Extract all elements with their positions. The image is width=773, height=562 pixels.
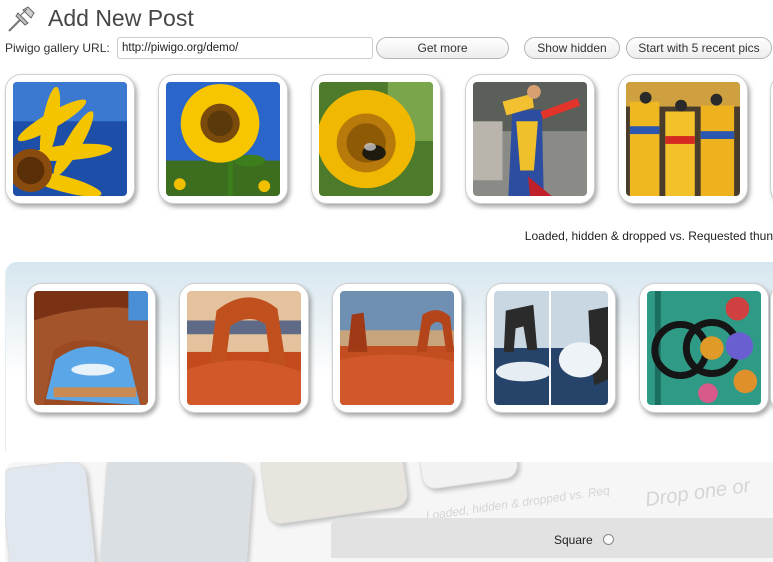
recent-pics-button[interactable]: Start with 5 recent pics <box>626 37 772 59</box>
watermark-status: Loaded, hidden & dropped vs. Req <box>424 483 611 523</box>
gallery-url-row: Piwigo gallery URL: Get more Show hidden… <box>5 37 773 61</box>
square-radio[interactable] <box>603 534 614 545</box>
thumbnail-strip-1 <box>0 70 773 215</box>
thumbnail-strip-2 <box>0 280 773 425</box>
show-hidden-button[interactable]: Show hidden <box>524 37 620 59</box>
gallery-url-input[interactable] <box>117 37 373 59</box>
delicate-arch-thumb[interactable] <box>179 283 309 413</box>
get-more-button[interactable]: Get more <box>376 37 509 59</box>
sunflower-bee-thumb[interactable] <box>311 74 441 204</box>
status-text: Loaded, hidden & dropped vs. Requested t… <box>524 229 773 243</box>
options-panel <box>331 518 773 558</box>
page-header: Add New Post <box>6 2 194 34</box>
ghost-thumb-blank <box>417 462 520 491</box>
gallery-url-label: Piwigo gallery URL: <box>5 41 110 55</box>
rock-arch-thumb[interactable] <box>26 283 156 413</box>
square-label: Square <box>554 533 593 547</box>
dancer-thumb[interactable] <box>465 74 595 204</box>
sunflower-field-thumb[interactable] <box>158 74 288 204</box>
ghost-thumb-building <box>258 462 410 526</box>
watermark-drop: Drop one or <box>643 474 752 512</box>
page-title: Add New Post <box>48 4 194 31</box>
parade-thumb[interactable] <box>618 74 748 204</box>
sunflower-sky-thumb[interactable] <box>5 74 135 204</box>
door-knocker-thumb[interactable] <box>639 283 769 413</box>
ghost-thumb-church <box>5 462 97 562</box>
sea-stack-thumb[interactable] <box>486 283 616 413</box>
ghost-thumb-clocktower <box>99 462 254 562</box>
pushpin-icon <box>8 6 35 32</box>
desert-arch-thumb[interactable] <box>332 283 462 413</box>
